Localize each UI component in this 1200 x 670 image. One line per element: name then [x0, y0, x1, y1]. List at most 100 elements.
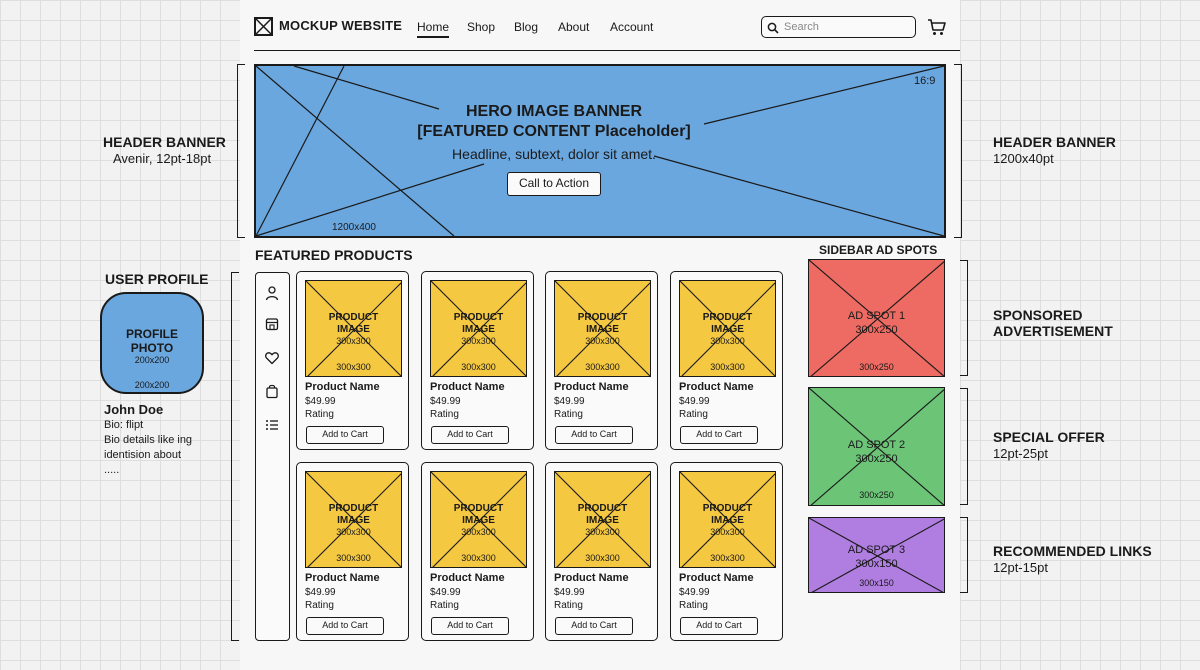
hero-title: HERO IMAGE BANNER [465, 103, 642, 120]
annotation-bracket [960, 260, 968, 376]
user-name: John Doe [104, 402, 164, 417]
product-name[interactable]: Product Name [430, 572, 505, 584]
add-to-cart-button[interactable]: Add to Cart [306, 617, 384, 635]
product-image-dim: 300x300 [710, 336, 745, 346]
nav-blog[interactable]: Blog [514, 20, 538, 34]
product-card[interactable]: PRODUCT IMAGE 300x300 300x300 Product Name $4… [670, 462, 783, 641]
product-card[interactable]: PRODUCT IMAGE 300x300 300x300 Product Name $4… [545, 462, 658, 641]
annotation-bracket [960, 517, 968, 593]
ad-spot-3[interactable]: AD SPOT 3 300x150 300x150 [808, 517, 945, 593]
add-to-cart-button[interactable]: Add to Cart [680, 426, 758, 444]
hero-headline: Headline, subtext, dolor sit amet. [452, 146, 656, 162]
product-image[interactable]: PRODUCT IMAGE 300x300 300x300 [554, 280, 651, 377]
nav-divider [254, 50, 960, 51]
ad-spot-2[interactable]: AD SPOT 2 300x250 300x250 [808, 387, 945, 506]
product-image-label-line-1: PRODUCT [577, 312, 628, 323]
call-to-action-button[interactable]: Call to Action [507, 172, 601, 196]
product-image-label-line-1: PRODUCT [702, 503, 753, 514]
add-to-cart-button[interactable]: Add to Cart [431, 426, 509, 444]
add-to-cart-button[interactable]: Add to Cart [680, 617, 758, 635]
product-price: $49.99 [305, 396, 336, 407]
product-image-label: PRODUCT IMAGE [431, 312, 526, 336]
product-image-label-line-2: IMAGE [337, 515, 370, 526]
product-name[interactable]: Product Name [554, 572, 629, 584]
product-price: $49.99 [430, 396, 461, 407]
product-image-dim-footer: 300x300 [461, 553, 496, 563]
add-to-cart-button[interactable]: Add to Cart [555, 617, 633, 635]
product-card[interactable]: PRODUCT IMAGE 300x300 300x300 Product Name $4… [670, 271, 783, 450]
product-name[interactable]: Product Name [305, 381, 380, 393]
product-image[interactable]: PRODUCT IMAGE 300x300 300x300 [430, 280, 527, 377]
product-image-dim: 300x300 [461, 336, 496, 346]
add-to-cart-button[interactable]: Add to Cart [306, 426, 384, 444]
product-name[interactable]: Product Name [430, 381, 505, 393]
product-image-label-line-2: IMAGE [711, 515, 744, 526]
product-name[interactable]: Product Name [305, 572, 380, 584]
product-rating: Rating [679, 409, 708, 420]
product-image-dim: 300x300 [461, 527, 496, 537]
cart-icon[interactable] [927, 17, 947, 37]
product-image-label-line-2: IMAGE [337, 324, 370, 335]
product-image[interactable]: PRODUCT IMAGE 300x300 300x300 [305, 280, 402, 377]
annotation-header-banner-left-title: HEADER BANNER [103, 134, 226, 150]
product-price: $49.99 [554, 396, 585, 407]
product-price: $49.99 [305, 587, 336, 598]
product-card[interactable]: PRODUCT IMAGE 300x300 300x300 Product Name $4… [296, 462, 409, 641]
product-image-label: PRODUCT IMAGE [431, 503, 526, 527]
add-to-cart-button[interactable]: Add to Cart [555, 426, 633, 444]
ad-spot-3-dim: 300x150 [859, 578, 894, 588]
product-image-label: PRODUCT IMAGE [680, 312, 775, 336]
product-price: $49.99 [679, 587, 710, 598]
product-image-dim: 300x300 [710, 527, 745, 537]
product-image-dim-footer: 300x300 [585, 362, 620, 372]
ad-spot-2-title: AD SPOT 2 [847, 439, 906, 451]
product-card[interactable]: PRODUCT IMAGE 300x300 300x300 Product Name $4… [296, 271, 409, 450]
product-price: $49.99 [554, 587, 585, 598]
hero-size-label: 1200x400 [332, 222, 376, 233]
product-name[interactable]: Product Name [679, 572, 754, 584]
product-image-label: PRODUCT IMAGE [555, 503, 650, 527]
store-icon[interactable] [264, 316, 280, 332]
hero-aspect-ratio: 16:9 [914, 75, 936, 87]
sidebar-ad-spots-title: SIDEBAR AD SPOTS [819, 243, 938, 257]
product-image-dim-footer: 300x300 [336, 553, 371, 563]
product-image-dim-footer: 300x300 [461, 362, 496, 372]
product-name[interactable]: Product Name [679, 381, 754, 393]
logo-text[interactable]: MOCKUP WEBSITE [279, 18, 402, 33]
product-card[interactable]: PRODUCT IMAGE 300x300 300x300 Product Name $4… [421, 462, 534, 641]
annotation-user-profile: USER PROFILE [105, 271, 209, 287]
annotation-bracket [231, 272, 239, 641]
annotation-bracket [960, 388, 968, 505]
product-image[interactable]: PRODUCT IMAGE 300x300 300x300 [430, 471, 527, 568]
product-image[interactable]: PRODUCT IMAGE 300x300 300x300 [679, 280, 776, 377]
profile-photo-dim: 200x200 [134, 380, 170, 390]
featured-products-title: FEATURED PRODUCTS [255, 247, 413, 263]
annotation-header-banner-right-title: HEADER BANNER [993, 134, 1116, 150]
add-to-cart-button[interactable]: Add to Cart [431, 617, 509, 635]
ad-spot-3-size: 300x150 [855, 558, 898, 570]
product-image-label-line-1: PRODUCT [453, 312, 504, 323]
crossed-box-logo-icon[interactable] [254, 17, 273, 36]
product-image-label-line-2: IMAGE [711, 324, 744, 335]
product-card[interactable]: PRODUCT IMAGE 300x300 300x300 Product Name $4… [545, 271, 658, 450]
product-image[interactable]: PRODUCT IMAGE 300x300 300x300 [305, 471, 402, 568]
user-icon[interactable] [264, 285, 280, 301]
list-icon[interactable] [264, 417, 280, 433]
product-image[interactable]: PRODUCT IMAGE 300x300 300x300 [554, 471, 651, 568]
heart-icon[interactable] [264, 350, 280, 366]
bag-icon[interactable] [264, 383, 280, 399]
nav-about[interactable]: About [558, 20, 589, 34]
ad-spot-2-size: 300x250 [855, 453, 898, 465]
nav-shop[interactable]: Shop [467, 20, 495, 34]
ad-spot-1[interactable]: AD SPOT 1 300x250 300x250 [808, 259, 945, 377]
user-bio-line: Bio: flipt [104, 419, 144, 431]
user-bio-line: ..... [104, 464, 120, 476]
product-image[interactable]: PRODUCT IMAGE 300x300 300x300 [679, 471, 776, 568]
product-image-label-line-1: PRODUCT [453, 503, 504, 514]
product-name[interactable]: Product Name [554, 381, 629, 393]
product-card[interactable]: PRODUCT IMAGE 300x300 300x300 Product Name $4… [421, 271, 534, 450]
product-image-label: PRODUCT IMAGE [555, 312, 650, 336]
product-image-dim-footer: 300x300 [585, 553, 620, 563]
nav-home[interactable]: Home [417, 20, 450, 38]
nav-account[interactable]: Account [610, 20, 653, 34]
